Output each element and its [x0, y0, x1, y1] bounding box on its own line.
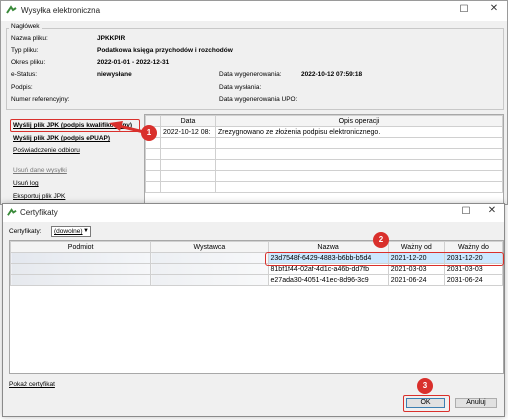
- cert-podmiot-blurred: [10, 252, 152, 264]
- cert-row[interactable]: e27ada30-4051-41ec-8d96-3c9 2021-06-24 2…: [10, 274, 503, 286]
- log-cell-data: 2022-10-12 08:: [160, 126, 216, 138]
- nazwa-pliku-label: Nazwa pliku:: [11, 35, 48, 42]
- wyslij-epuap-link[interactable]: Wyślij plik JPK (podpis ePUAP): [13, 135, 110, 142]
- nazwa-pliku-value: JPKKPIR: [97, 35, 126, 42]
- log-row[interactable]: 2022-10-12 08: Zrezygnowano ze złożenia …: [145, 126, 503, 138]
- col-nazwa[interactable]: Nazwa: [267, 241, 389, 253]
- cert-titlebar: Certyfikaty ☐ ✕: [3, 204, 504, 222]
- cert-cell-nazwa: e27ada30-4051-41ec-8d96-3c9: [267, 274, 389, 286]
- log-table-wrap: Data Opis operacji 2022-10-12 08: Zrezyg…: [144, 114, 504, 208]
- usun-dane-link[interactable]: Usuń dane wysyłki: [13, 167, 67, 174]
- data-wyslania-label: Data wysłania:: [219, 84, 262, 91]
- badge-1: 1: [141, 125, 157, 141]
- data-upo-label: Data wygenerowania UPO:: [219, 96, 298, 103]
- cert-cell-do: 2031-06-24: [443, 274, 503, 286]
- estatus-label: e-Status:: [11, 71, 38, 78]
- badge-3: 3: [417, 378, 433, 394]
- filter-select[interactable]: (dowolne) ▼: [51, 226, 91, 237]
- col-wystawca[interactable]: Wystawca: [150, 241, 269, 253]
- typ-pliku-value: Podatkowa księga przychodów i rozchodów: [97, 47, 233, 54]
- usun-log-link[interactable]: Usuń log: [13, 180, 39, 187]
- arrow-1: [109, 121, 145, 134]
- okres-value: 2022-01-01 - 2022-12-31: [97, 59, 170, 66]
- chevron-down-icon: ▼: [83, 228, 89, 234]
- cert-app-icon: [7, 208, 17, 220]
- naglowek-title: Nagłówek: [9, 23, 42, 30]
- podpis-label: Podpis:: [11, 84, 33, 91]
- highlight-box-2: [265, 252, 504, 266]
- log-cell-opis: Zrezygnowano ze złożenia podpisu elektro…: [215, 126, 503, 138]
- data-wygen-value: 2022-10-12 07:59:18: [301, 71, 363, 78]
- badge-2: 2: [373, 232, 389, 248]
- close-icon[interactable]: ✕: [486, 3, 502, 14]
- ok-button[interactable]: OK: [406, 398, 445, 408]
- pokaz-certyfikat-link[interactable]: Pokaż certyfikat: [9, 381, 55, 388]
- cert-wystawca-blurred: [150, 252, 269, 264]
- typ-pliku-label: Typ pliku:: [11, 47, 39, 54]
- log-col-opis[interactable]: Opis operacji: [215, 115, 503, 127]
- certyfikaty-window: Certyfikaty ☐ ✕ Certyfikaty: (dowolne) ▼…: [2, 203, 505, 417]
- cert-cell-od: 2021-06-24: [387, 274, 445, 286]
- log-col-data[interactable]: Data: [160, 115, 216, 127]
- data-wygen-label: Data wygenerowania:: [219, 71, 282, 78]
- cert-close-icon[interactable]: ✕: [484, 205, 500, 216]
- filter-label: Certyfikaty:: [9, 228, 42, 235]
- col-wazny-do[interactable]: Ważny do: [443, 241, 503, 253]
- col-wazny-od[interactable]: Ważny od: [387, 241, 445, 253]
- numer-ref-label: Numer referencyjny:: [11, 96, 70, 103]
- wysylka-window: Wysyłka elektroniczna ☐ ✕ Nagłówek Nazwa…: [0, 0, 508, 208]
- poswiadczenie-link[interactable]: Poświadczenie odbioru: [13, 147, 80, 154]
- log-table: Data Opis operacji 2022-10-12 08: Zrezyg…: [145, 115, 503, 193]
- col-podmiot[interactable]: Podmiot: [10, 241, 152, 253]
- cert-maximize-icon[interactable]: ☐: [458, 206, 474, 217]
- cancel-button[interactable]: Anuluj: [455, 398, 497, 408]
- eksport-link[interactable]: Eksportuj plik JPK: [13, 193, 65, 200]
- cert-window-title: Certyfikaty: [20, 208, 58, 217]
- filter-value: (dowolne): [54, 228, 83, 235]
- maximize-icon[interactable]: ☐: [456, 4, 472, 15]
- estatus-value: niewysłane: [97, 71, 132, 78]
- app-icon: [6, 5, 17, 18]
- window-title: Wysyłka elektroniczna: [21, 6, 101, 15]
- okres-label: Okres pliku:: [11, 59, 46, 66]
- wysylka-titlebar: Wysyłka elektroniczna ☐ ✕: [1, 1, 507, 21]
